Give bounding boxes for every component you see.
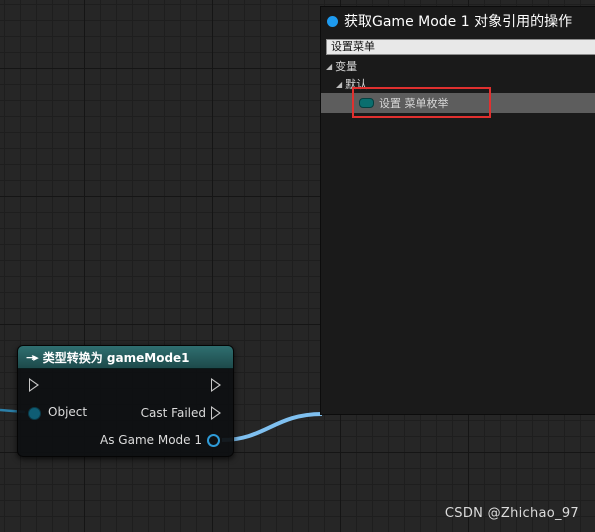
tree-item-label: 设置 菜单枚举 xyxy=(379,97,449,110)
tree-category-label: 变量 xyxy=(335,60,358,73)
context-action-panel: 获取Game Mode 1 对象引用的操作 ◢ 变量 ◢ 默认 设置 菜单枚举 xyxy=(320,6,595,415)
cast-node[interactable]: →▸ 类型转换为 gameMode1 Object Cast Failed As… xyxy=(17,345,234,457)
tree-item-set-menu-enum[interactable]: 设置 菜单枚举 xyxy=(321,93,595,113)
expand-triangle-icon[interactable]: ◢ xyxy=(326,62,332,71)
node-title: 类型转换为 gameMode1 xyxy=(42,350,190,365)
object-input-pin[interactable] xyxy=(28,407,41,420)
cast-arrows-icon: →▸ xyxy=(26,350,39,364)
exec-output-pin[interactable] xyxy=(211,378,221,392)
output-wire[interactable] xyxy=(221,412,323,442)
object-pin-label: Object xyxy=(48,405,88,419)
as-game-mode-label: As Game Mode 1 xyxy=(100,433,202,447)
exec-input-pin[interactable] xyxy=(29,378,39,392)
tree-subcategory-default[interactable]: ◢ 默认 xyxy=(321,75,595,93)
object-reference-dot-icon xyxy=(327,15,338,27)
enum-variable-icon xyxy=(359,98,374,108)
watermark: CSDN @Zhichao_97 xyxy=(444,506,579,521)
cast-failed-exec-pin[interactable] xyxy=(211,406,221,420)
expand-triangle-icon[interactable]: ◢ xyxy=(336,80,342,89)
node-header[interactable]: →▸ 类型转换为 gameMode1 xyxy=(18,346,233,369)
cast-failed-label: Cast Failed xyxy=(140,406,206,420)
action-search-input[interactable] xyxy=(326,39,595,55)
tree-category-variables[interactable]: ◢ 变量 xyxy=(321,57,595,75)
panel-title: 获取Game Mode 1 对象引用的操作 xyxy=(321,7,595,35)
panel-title-text: 获取Game Mode 1 对象引用的操作 xyxy=(344,14,573,30)
tree-subcategory-label: 默认 xyxy=(345,78,368,91)
as-game-mode-output-pin[interactable] xyxy=(207,434,220,447)
